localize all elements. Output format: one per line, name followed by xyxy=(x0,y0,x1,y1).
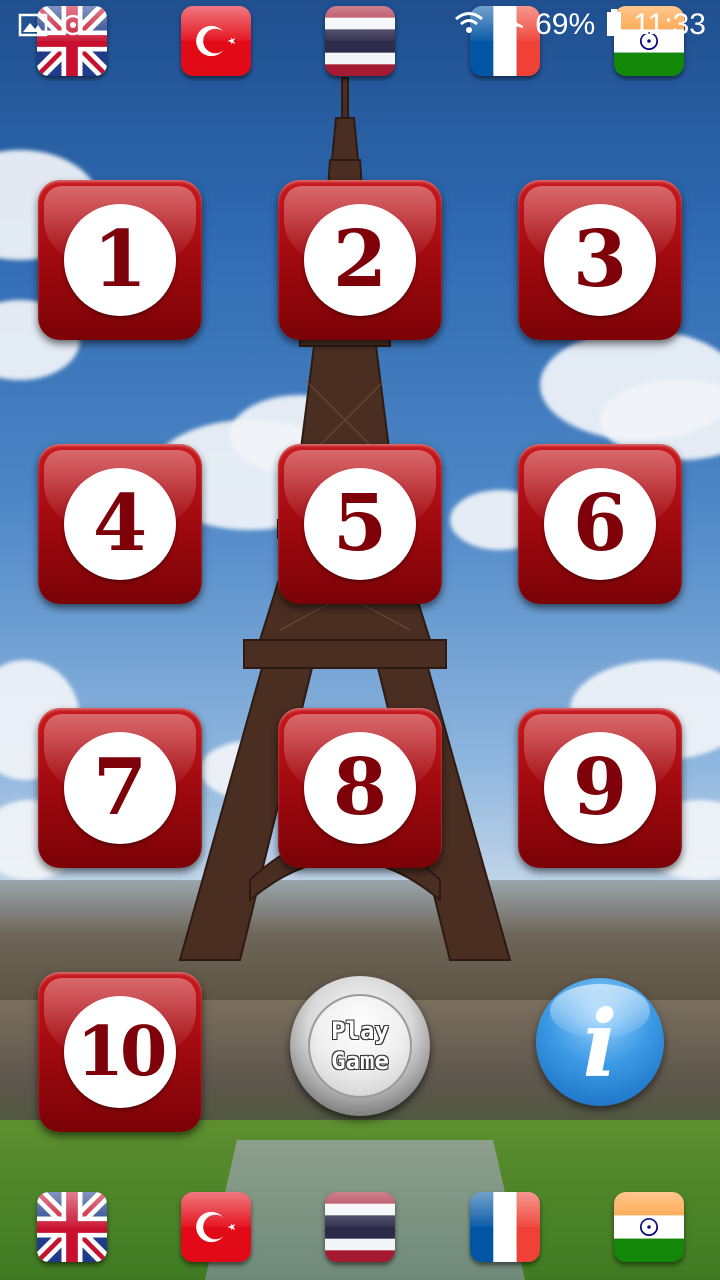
level-4-button[interactable]: 4 xyxy=(38,444,202,604)
level-number: 10 xyxy=(76,1012,168,1092)
level-5-button[interactable]: 5 xyxy=(278,444,442,604)
level-number: 9 xyxy=(572,742,628,833)
battery-icon xyxy=(605,8,623,42)
level-badge: 2 xyxy=(304,204,416,316)
level-2-button[interactable]: 2 xyxy=(278,180,442,340)
notification-icons xyxy=(18,12,88,42)
level-badge: 8 xyxy=(304,732,416,844)
info-button[interactable]: i xyxy=(536,978,664,1106)
level-3-button[interactable]: 3 xyxy=(518,180,682,340)
system-indicators: 69% 11:33 xyxy=(453,8,706,42)
level-number: 3 xyxy=(572,214,628,305)
level-badge: 9 xyxy=(544,732,656,844)
level-badge: 3 xyxy=(544,204,656,316)
level-number: 2 xyxy=(332,214,388,305)
level-badge: 10 xyxy=(64,996,176,1108)
india-flag-icon[interactable] xyxy=(614,1192,684,1262)
play-label: Play xyxy=(331,1017,389,1045)
level-number: 1 xyxy=(92,214,148,305)
level-number: 6 xyxy=(572,478,628,569)
level-number: 7 xyxy=(92,742,148,833)
level-badge: 5 xyxy=(304,468,416,580)
level-badge: 7 xyxy=(64,732,176,844)
airplane-mode-icon xyxy=(495,8,525,42)
status-bar: 69% 11:33 xyxy=(0,0,720,50)
france-flag-icon[interactable] xyxy=(470,1192,540,1262)
uk-flag-icon[interactable] xyxy=(37,1192,107,1262)
level-badge: 4 xyxy=(64,468,176,580)
level-badge: 1 xyxy=(64,204,176,316)
level-10-button[interactable]: 10 xyxy=(38,972,202,1132)
level-number: 5 xyxy=(332,478,388,569)
clock: 11:33 xyxy=(633,8,706,41)
image-icon xyxy=(18,12,48,42)
level-number: 8 xyxy=(332,742,388,833)
level-8-button[interactable]: 8 xyxy=(278,708,442,868)
language-flags-bottom xyxy=(0,1192,720,1262)
info-icon: i xyxy=(582,990,618,1098)
battery-percent: 69% xyxy=(535,8,596,41)
level-1-button[interactable]: 1 xyxy=(38,180,202,340)
play-button-face: Play Game xyxy=(308,994,412,1098)
cast-icon xyxy=(58,12,88,42)
level-badge: 6 xyxy=(544,468,656,580)
level-9-button[interactable]: 9 xyxy=(518,708,682,868)
level-number: 4 xyxy=(92,478,148,569)
level-7-button[interactable]: 7 xyxy=(38,708,202,868)
game-label: Game xyxy=(331,1047,389,1075)
play-game-button[interactable]: Play Game xyxy=(290,976,430,1116)
level-6-button[interactable]: 6 xyxy=(518,444,682,604)
wifi-icon xyxy=(453,8,485,42)
turkey-flag-icon[interactable] xyxy=(181,1192,251,1262)
thailand-flag-icon[interactable] xyxy=(325,1192,395,1262)
